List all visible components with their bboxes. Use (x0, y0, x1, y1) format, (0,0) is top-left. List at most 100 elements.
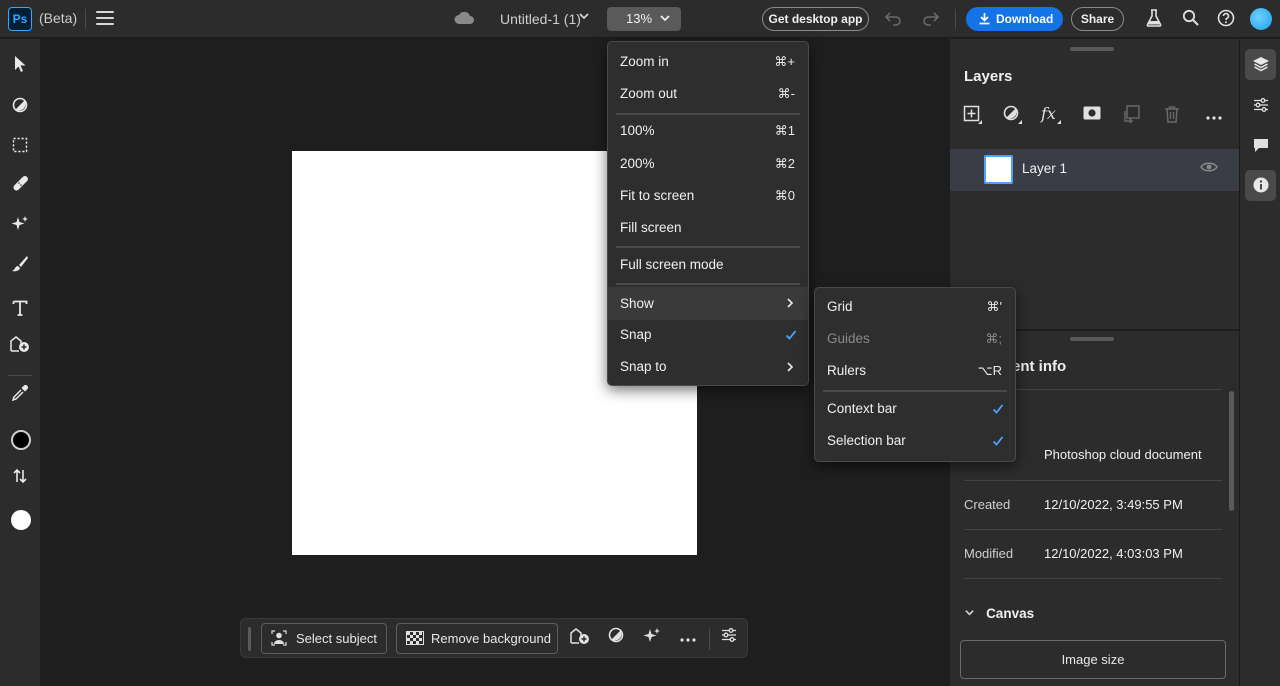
redo-icon[interactable] (922, 9, 940, 32)
generative-fill-icon[interactable] (6, 215, 34, 243)
remove-background-label: Remove background (431, 631, 551, 646)
top-bar: Ps (Beta) Untitled-1 (1) 13% Get desktop… (0, 0, 1280, 38)
delete-layer-icon[interactable] (1161, 105, 1183, 127)
cloud-icon[interactable] (453, 11, 475, 28)
scrollbar[interactable] (1229, 391, 1234, 511)
drag-handle[interactable] (248, 627, 251, 651)
layer-row[interactable]: Layer 1 (950, 149, 1239, 191)
swap-colors-icon[interactable] (6, 466, 34, 494)
layers-panel-title: Layers (964, 68, 1013, 85)
eyedropper-icon[interactable] (6, 384, 34, 412)
menu-item-label: 200% (620, 156, 655, 171)
document-info-title: ent info (1012, 358, 1067, 375)
menu-item-fit-to-screen[interactable]: Fit to screen ⌘0 (608, 181, 808, 211)
checkerboard-icon (406, 624, 424, 653)
menu-item-shortcut: ⌘+ (774, 54, 795, 69)
menu-item-grid[interactable]: Grid ⌘' (815, 292, 1015, 322)
panel-resize-handle[interactable] (1070, 337, 1114, 341)
add-image-icon[interactable] (6, 335, 34, 363)
download-icon (978, 7, 991, 31)
generative-fill-icon[interactable] (641, 627, 663, 649)
background-color-swatch[interactable] (11, 510, 31, 530)
add-image-icon[interactable] (569, 627, 591, 649)
comments-panel-icon[interactable] (1245, 130, 1276, 161)
layer-mask-icon[interactable] (1081, 105, 1103, 127)
chevron-right-icon (785, 287, 795, 320)
menu-item-full-screen-mode[interactable]: Full screen mode (608, 250, 808, 280)
menu-separator (616, 113, 800, 115)
hamburger-menu-icon[interactable] (96, 11, 114, 27)
menu-item-label: Context bar (827, 401, 897, 416)
modified-value: 12/10/2022, 4:03:03 PM (1044, 546, 1183, 561)
panel-resize-handle[interactable] (1070, 47, 1114, 51)
menu-separator (616, 283, 800, 285)
flask-icon[interactable] (1144, 9, 1164, 29)
share-button[interactable]: Share (1071, 7, 1124, 31)
menu-item-label: Fit to screen (620, 188, 695, 203)
menu-item-label: 100% (620, 123, 655, 138)
show-submenu: Grid ⌘' Guides ⌘; Rulers ⌥R Context bar … (814, 287, 1016, 462)
menu-item-rulers[interactable]: Rulers ⌥R (815, 356, 1015, 386)
eye-icon[interactable] (1200, 160, 1218, 176)
context-task-bar: Select subject Remove background (240, 618, 748, 658)
modified-label: Modified (964, 546, 1014, 561)
canvas-section-header[interactable]: Canvas (964, 606, 1034, 621)
menu-item-shortcut: ⌘- (777, 86, 795, 101)
menu-item-guides[interactable]: Guides ⌘; (815, 324, 1015, 354)
search-icon[interactable] (1180, 9, 1200, 29)
menu-item-label: Selection bar (827, 433, 906, 448)
menu-item-zoom-in[interactable]: Zoom in ⌘+ (608, 47, 808, 77)
select-subject-icon (271, 624, 287, 653)
chevron-down-icon[interactable] (578, 10, 590, 25)
adjustment-layer-icon[interactable] (1002, 105, 1024, 127)
menu-item-fill-screen[interactable]: Fill screen (608, 213, 808, 243)
settings-sliders-icon[interactable] (718, 627, 740, 649)
get-desktop-app-button[interactable]: Get desktop app (762, 7, 869, 31)
adjustments-panel-icon[interactable] (1245, 90, 1276, 121)
canvas-section-title: Canvas (986, 606, 1035, 621)
remove-background-button[interactable]: Remove background (396, 623, 558, 654)
clip-layer-icon[interactable] (1121, 105, 1143, 127)
menu-item-snap-to[interactable]: Snap to (608, 352, 808, 382)
more-options-icon[interactable] (1203, 105, 1225, 127)
menu-item-shortcut: ⌘; (985, 331, 1002, 346)
image-size-button[interactable]: Image size (960, 640, 1226, 679)
move-tool-icon[interactable] (6, 55, 34, 83)
healing-brush-icon[interactable] (6, 175, 34, 203)
adjustment-icon[interactable] (605, 627, 627, 649)
beta-label: (Beta) (39, 10, 78, 26)
info-panel-icon[interactable] (1245, 170, 1276, 201)
download-label: Download (996, 12, 1054, 26)
zoom-dropdown-button[interactable]: 13% (607, 7, 681, 31)
marquee-tool-icon[interactable] (6, 135, 34, 163)
menu-separator (616, 246, 800, 248)
created-label: Created (964, 497, 1011, 512)
menu-item-selection-bar[interactable]: Selection bar (815, 426, 1015, 456)
divider (964, 529, 1222, 530)
brush-tool-icon[interactable] (6, 255, 34, 283)
menu-item-label: Guides (827, 331, 870, 346)
menu-item-context-bar[interactable]: Context bar (815, 394, 1015, 424)
foreground-color-swatch[interactable] (11, 430, 31, 450)
menu-item-100-percent[interactable]: 100% ⌘1 (608, 116, 808, 146)
menu-item-zoom-out[interactable]: Zoom out ⌘- (608, 79, 808, 109)
menu-item-show[interactable]: Show (608, 287, 808, 320)
menu-item-shortcut: ⌘1 (774, 123, 795, 138)
document-title[interactable]: Untitled-1 (1) (500, 11, 581, 27)
chevron-down-icon (964, 609, 978, 621)
fx-effects-icon[interactable]: fx (1040, 104, 1062, 127)
select-subject-button[interactable]: Select subject (261, 623, 387, 654)
svg-text:fx: fx (1040, 105, 1056, 123)
menu-item-200-percent[interactable]: 200% ⌘2 (608, 149, 808, 179)
help-icon[interactable] (1216, 9, 1236, 29)
more-options-icon[interactable] (677, 627, 699, 649)
adjustment-tool-icon[interactable] (6, 95, 34, 123)
undo-icon[interactable] (884, 9, 902, 32)
layers-panel-icon[interactable] (1245, 49, 1276, 80)
menu-item-snap[interactable]: Snap (608, 320, 808, 350)
add-layer-icon[interactable] (962, 105, 984, 127)
download-button[interactable]: Download (966, 7, 1063, 31)
user-avatar[interactable] (1250, 8, 1272, 30)
photoshop-logo[interactable]: Ps (8, 7, 32, 31)
type-tool-icon[interactable] (6, 295, 34, 323)
